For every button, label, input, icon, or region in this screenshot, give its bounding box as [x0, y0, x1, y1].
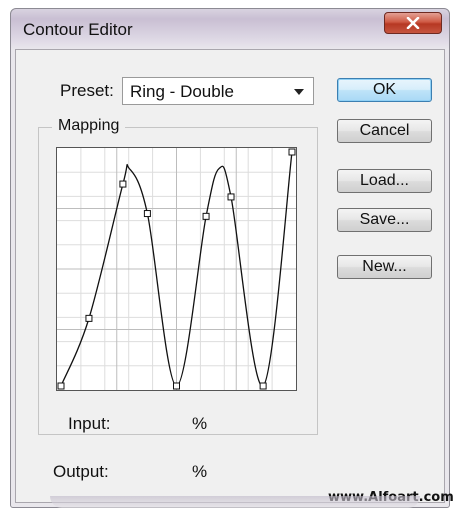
window-title: Contour Editor — [23, 20, 133, 39]
titlebar: Contour Editor — [11, 9, 449, 51]
preset-select[interactable]: Ring - Double — [122, 77, 314, 105]
save-button[interactable]: Save... — [337, 208, 432, 232]
curve-point[interactable] — [227, 193, 235, 201]
curve-point[interactable] — [288, 148, 296, 156]
window-shadow — [50, 496, 420, 508]
input-label: Input: — [68, 414, 111, 433]
output-label: Output: — [53, 462, 109, 481]
contour-curve-canvas[interactable] — [57, 148, 296, 390]
curve-point[interactable] — [57, 382, 65, 390]
curve-point[interactable] — [119, 180, 127, 188]
contour-editor-window: Contour Editor Preset: Ring - Double OK … — [10, 8, 454, 508]
dialog-client: Preset: Ring - Double OK Cancel Load... … — [15, 49, 454, 505]
new-button[interactable]: New... — [337, 255, 432, 279]
curve-point[interactable] — [85, 314, 93, 322]
curve-point[interactable] — [259, 382, 267, 390]
curve-point[interactable] — [143, 210, 151, 218]
ok-button[interactable]: OK — [337, 78, 432, 102]
mapping-legend: Mapping — [52, 117, 126, 135]
contour-graph[interactable] — [56, 147, 297, 391]
output-unit: % — [192, 462, 208, 481]
curve-point[interactable] — [202, 212, 210, 220]
preset-label: Preset: — [60, 81, 114, 100]
preset-value: Ring - Double — [130, 82, 234, 101]
load-button[interactable]: Load... — [337, 169, 432, 193]
grid — [57, 148, 296, 390]
close-icon — [406, 17, 420, 29]
curve-point[interactable] — [173, 382, 180, 390]
chevron-down-icon — [294, 89, 304, 95]
input-unit: % — [192, 414, 208, 433]
close-button[interactable] — [384, 12, 442, 34]
cancel-button[interactable]: Cancel — [337, 119, 432, 143]
